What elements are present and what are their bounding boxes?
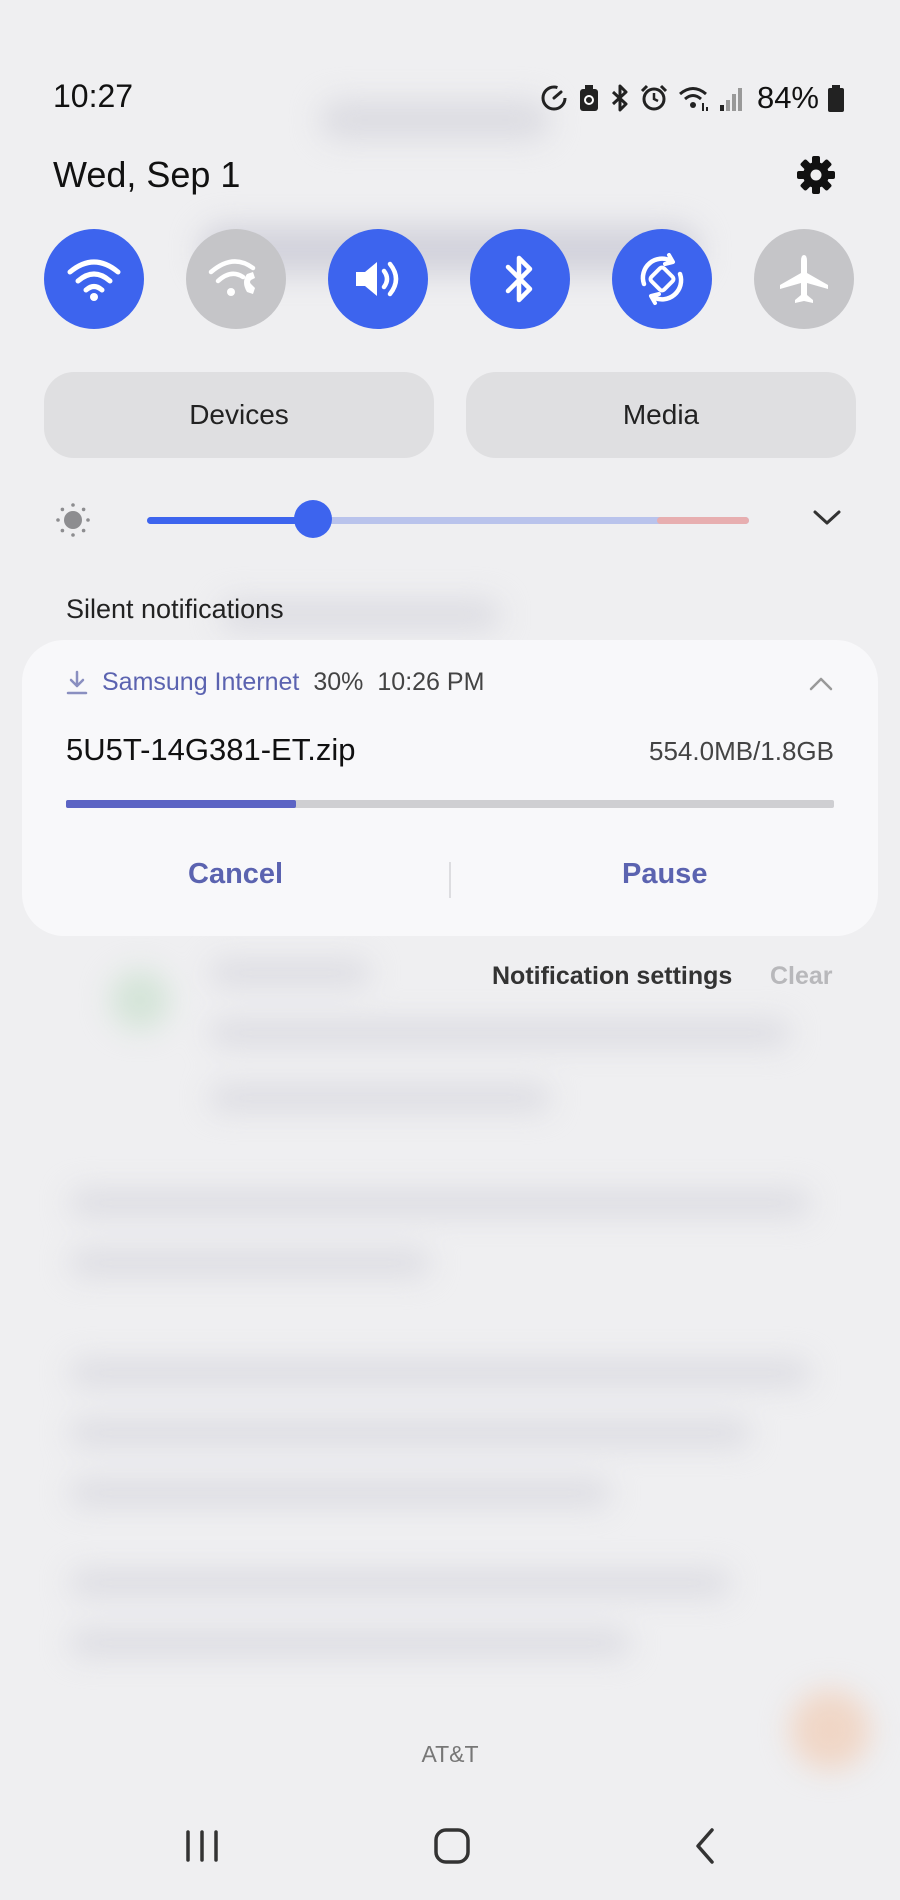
wifi-calling-toggle[interactable] xyxy=(186,229,286,329)
navigation-bar xyxy=(0,1824,900,1874)
download-notification-card[interactable]: Samsung Internet 30% 10:26 PM 5U5T-14G38… xyxy=(22,640,878,936)
chevron-up-icon[interactable] xyxy=(808,676,834,692)
home-icon[interactable] xyxy=(430,1824,474,1868)
airplane-icon xyxy=(780,255,828,303)
quick-settings-row xyxy=(44,229,854,329)
notification-app-name: Samsung Internet xyxy=(102,668,300,696)
alarm-icon xyxy=(640,84,668,111)
back-icon[interactable] xyxy=(688,1824,722,1868)
brightness-extra-range xyxy=(657,517,749,524)
notification-header: Samsung Internet 30% 10:26 PM xyxy=(66,668,484,697)
battery-icon xyxy=(828,85,844,112)
airplane-mode-toggle[interactable] xyxy=(754,229,854,329)
wifi-calling-icon xyxy=(208,259,256,296)
notification-settings-button[interactable]: Notification settings xyxy=(492,962,732,991)
status-icons: 84% xyxy=(539,80,845,116)
wifi-toggle[interactable] xyxy=(44,229,144,329)
clear-button[interactable]: Clear xyxy=(770,962,833,991)
action-divider xyxy=(449,862,451,898)
battery-saver-icon xyxy=(579,85,598,111)
bluetooth-toggle[interactable] xyxy=(470,229,570,329)
notification-time: 10:26 PM xyxy=(377,668,485,696)
download-icon xyxy=(66,670,88,694)
silent-notifications-label: Silent notifications xyxy=(66,594,284,624)
battery-percent: 84% xyxy=(756,80,819,115)
status-bar: 10:27 84% xyxy=(0,78,900,118)
chevron-down-icon[interactable] xyxy=(812,508,842,528)
media-button[interactable]: Media xyxy=(466,372,856,458)
data-saver-icon xyxy=(541,85,567,111)
status-time: 10:27 xyxy=(53,78,134,114)
brightness-track[interactable] xyxy=(147,500,749,538)
brightness-sun-icon xyxy=(56,503,90,537)
wifi-icon xyxy=(67,259,121,301)
auto-rotate-icon xyxy=(640,253,684,305)
devices-button[interactable]: Devices xyxy=(44,372,434,458)
download-size: 554.0MB/1.8GB xyxy=(649,736,834,766)
brightness-slider-row xyxy=(0,500,900,540)
gear-icon[interactable] xyxy=(795,154,837,196)
pause-button[interactable]: Pause xyxy=(622,858,707,891)
cancel-button[interactable]: Cancel xyxy=(188,858,283,891)
bluetooth-icon xyxy=(505,255,533,303)
download-filename: 5U5T-14G381-ET.zip xyxy=(66,732,356,767)
wifi-calling-icon xyxy=(678,87,708,111)
notification-percent: 30% xyxy=(313,668,364,696)
signal-icon xyxy=(719,88,742,111)
auto-rotate-toggle[interactable] xyxy=(612,229,712,329)
sound-toggle[interactable] xyxy=(328,229,428,329)
download-progress-fill xyxy=(66,800,297,808)
recents-icon[interactable] xyxy=(182,1824,222,1868)
download-progress-bar xyxy=(66,800,834,808)
carrier-label: AT&T xyxy=(421,1741,479,1767)
speaker-icon xyxy=(356,261,399,297)
date-label: Wed, Sep 1 xyxy=(53,154,241,195)
brightness-fill xyxy=(147,517,313,524)
brightness-thumb[interactable] xyxy=(293,500,332,538)
bluetooth-icon xyxy=(611,84,628,112)
